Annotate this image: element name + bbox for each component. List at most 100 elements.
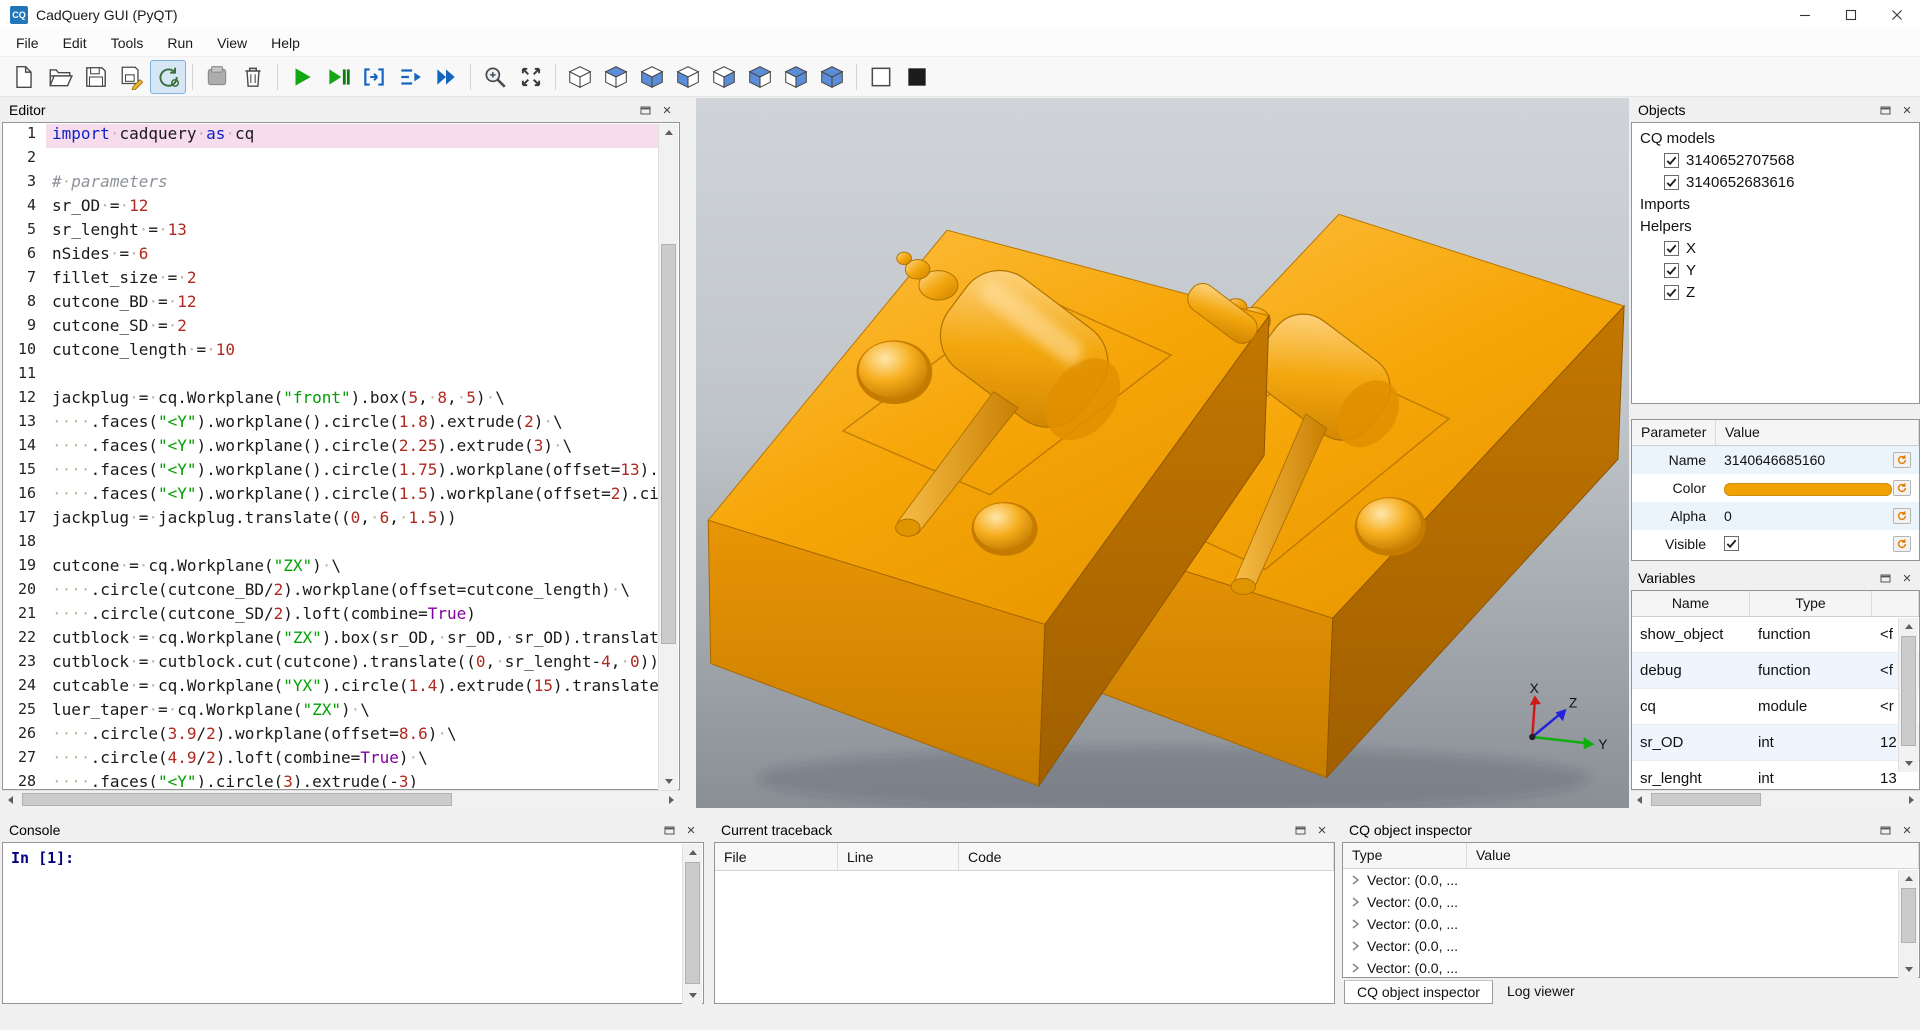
reset-param-button[interactable]	[1893, 536, 1911, 552]
code-line-18[interactable]	[46, 532, 658, 556]
float-panel-button[interactable]	[636, 101, 654, 119]
scrollbar-thumb[interactable]	[685, 862, 700, 984]
console-input-area[interactable]: In [1]:	[2, 842, 704, 1004]
param-row-visible[interactable]: Visible	[1632, 530, 1919, 558]
delete-button[interactable]	[235, 60, 271, 94]
menu-tools[interactable]: Tools	[99, 31, 156, 55]
scrollbar-thumb[interactable]	[1901, 636, 1916, 746]
code-line-22[interactable]: cutblock·=·cq.Workplane("ZX").box(sr_OD,…	[46, 628, 658, 652]
code-line-13[interactable]: ····.faces("<Y").workplane().circle(1.8)…	[46, 412, 658, 436]
float-panel-button[interactable]	[660, 821, 678, 839]
close-panel-button[interactable]: ×	[1898, 569, 1916, 587]
inspector-row[interactable]: Vector: (0.0, ...	[1343, 891, 1919, 913]
debug-button[interactable]	[320, 60, 356, 94]
fit-all-button[interactable]	[513, 60, 549, 94]
code-line-26[interactable]: ····.circle(3.9/2).workplane(offset=8.6)…	[46, 724, 658, 748]
close-button[interactable]	[1874, 0, 1920, 29]
view-top-button[interactable]	[598, 60, 634, 94]
param-row-color[interactable]: Color	[1632, 474, 1919, 502]
param-row-name[interactable]: Name3140646685160	[1632, 446, 1919, 474]
float-panel-button[interactable]	[1291, 821, 1309, 839]
code-line-17[interactable]: jackplug·=·jackplug.translate((0,·6,·1.5…	[46, 508, 658, 532]
code-line-28[interactable]: ····.faces("<Y").circle(3).extrude(-3)	[46, 772, 658, 788]
tree-item-y[interactable]: Y	[1632, 259, 1919, 281]
code-line-15[interactable]: ····.faces("<Y").workplane().circle(1.75…	[46, 460, 658, 484]
code-line-1[interactable]: import·cadquery·as·cq	[46, 124, 658, 148]
step-over-button[interactable]	[356, 60, 392, 94]
variable-row-cq[interactable]: cqmodule<r	[1632, 689, 1919, 725]
code-line-9[interactable]: cutcone_SD·=·2	[46, 316, 658, 340]
variables-vertical-scrollbar[interactable]	[1898, 618, 1918, 772]
close-panel-button[interactable]: ×	[1313, 821, 1331, 839]
float-panel-button[interactable]	[1876, 821, 1894, 839]
code-editor[interactable]: 1234567891011121314151617181920212223242…	[2, 122, 680, 790]
view-bottom-button[interactable]	[634, 60, 670, 94]
inspector-row[interactable]: Vector: (0.0, ...	[1343, 935, 1919, 957]
column-header-type[interactable]: Type	[1343, 843, 1467, 868]
color-swatch[interactable]	[1724, 483, 1892, 496]
variable-row-show-object[interactable]: show_objectfunction<f	[1632, 617, 1919, 653]
minimize-button[interactable]	[1782, 0, 1828, 29]
tree-item-cq-models[interactable]: CQ models	[1632, 127, 1919, 149]
code-line-14[interactable]: ····.faces("<Y").workplane().circle(2.25…	[46, 436, 658, 460]
editor-vertical-scrollbar[interactable]	[658, 124, 678, 790]
code-line-23[interactable]: cutblock·=·cutblock.cut(cutcone).transla…	[46, 652, 658, 676]
code-line-8[interactable]: cutcone_BD·=·12	[46, 292, 658, 316]
code-line-10[interactable]: cutcone_length·=·10	[46, 340, 658, 364]
menu-view[interactable]: View	[205, 31, 259, 55]
reset-param-button[interactable]	[1893, 508, 1911, 524]
code-line-20[interactable]: ····.circle(cutcone_BD/2).workplane(offs…	[46, 580, 658, 604]
scrollbar-thumb[interactable]	[1901, 888, 1916, 943]
reset-param-button[interactable]	[1893, 480, 1911, 496]
tree-item-helpers[interactable]: Helpers	[1632, 215, 1919, 237]
tree-item-x[interactable]: X	[1632, 237, 1919, 259]
column-header-type[interactable]: Type	[1750, 591, 1872, 616]
auto-reload-toggle[interactable]	[150, 60, 186, 94]
code-line-19[interactable]: cutcone·=·cq.Workplane("ZX")·\	[46, 556, 658, 580]
render-button[interactable]	[284, 60, 320, 94]
menu-run[interactable]: Run	[155, 31, 205, 55]
editor-code[interactable]: import·cadquery·as·cq#·parameterssr_OD·=…	[46, 124, 658, 788]
checkbox[interactable]	[1664, 153, 1679, 168]
save-as-button[interactable]	[114, 60, 150, 94]
param-value[interactable]	[1716, 480, 1893, 496]
variable-row-sr-od[interactable]: sr_ODint12	[1632, 725, 1919, 761]
shaded-button[interactable]	[899, 60, 935, 94]
close-panel-button[interactable]: ×	[1898, 821, 1916, 839]
console-vertical-scrollbar[interactable]	[682, 844, 702, 1004]
checkbox[interactable]	[1664, 285, 1679, 300]
code-line-16[interactable]: ····.faces("<Y").workplane().circle(1.5)…	[46, 484, 658, 508]
checkbox[interactable]	[1664, 175, 1679, 190]
tab-log-viewer[interactable]: Log viewer	[1495, 980, 1587, 1004]
menu-edit[interactable]: Edit	[51, 31, 99, 55]
param-row-alpha[interactable]: Alpha0	[1632, 502, 1919, 530]
tree-item-3140652707568[interactable]: 3140652707568	[1632, 149, 1919, 171]
clear-console-button[interactable]	[199, 60, 235, 94]
wireframe-button[interactable]	[863, 60, 899, 94]
code-line-4[interactable]: sr_OD·=·12	[46, 196, 658, 220]
step-in-button[interactable]	[392, 60, 428, 94]
column-header-file[interactable]: File	[715, 843, 838, 870]
view-left-button[interactable]	[742, 60, 778, 94]
float-panel-button[interactable]	[1876, 101, 1894, 119]
code-line-11[interactable]	[46, 364, 658, 388]
column-header-parameter[interactable]: Parameter	[1632, 420, 1716, 445]
expand-chevron-icon[interactable]	[1349, 918, 1361, 930]
expand-chevron-icon[interactable]	[1349, 962, 1361, 974]
code-line-27[interactable]: ····.circle(4.9/2).loft(combine=True)·\	[46, 748, 658, 772]
close-panel-button[interactable]: ×	[1898, 101, 1916, 119]
open-script-button[interactable]	[42, 60, 78, 94]
code-line-2[interactable]	[46, 148, 658, 172]
tree-item-imports[interactable]: Imports	[1632, 193, 1919, 215]
scrollbar-thumb[interactable]	[1651, 793, 1761, 806]
scrollbar-thumb[interactable]	[22, 793, 452, 806]
column-header-name[interactable]: Name	[1632, 591, 1750, 616]
expand-chevron-icon[interactable]	[1349, 874, 1361, 886]
view-right-button[interactable]	[778, 60, 814, 94]
column-header-line[interactable]: Line	[838, 843, 959, 870]
param-value[interactable]: 0	[1716, 508, 1893, 524]
maximize-button[interactable]	[1828, 0, 1874, 29]
param-value[interactable]	[1716, 536, 1893, 553]
save-button[interactable]	[78, 60, 114, 94]
column-header-code[interactable]: Code	[959, 843, 1334, 870]
